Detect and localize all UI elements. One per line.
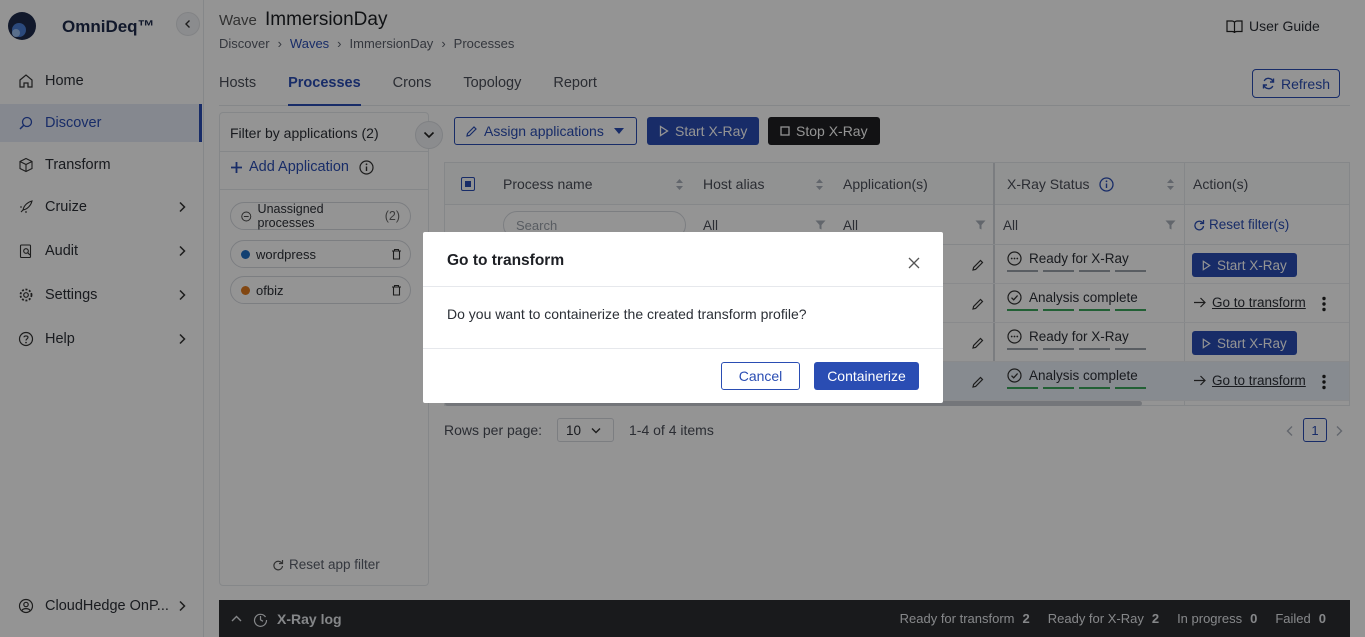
- dialog-message: Do you want to containerize the created …: [447, 306, 807, 322]
- divider: [423, 348, 943, 349]
- go-to-transform-dialog: Go to transform Do you want to container…: [423, 232, 943, 403]
- dialog-title: Go to transform: [447, 252, 565, 269]
- close-icon[interactable]: [907, 256, 921, 270]
- cancel-button[interactable]: Cancel: [721, 362, 800, 390]
- containerize-button[interactable]: Containerize: [814, 362, 919, 390]
- divider: [423, 286, 943, 287]
